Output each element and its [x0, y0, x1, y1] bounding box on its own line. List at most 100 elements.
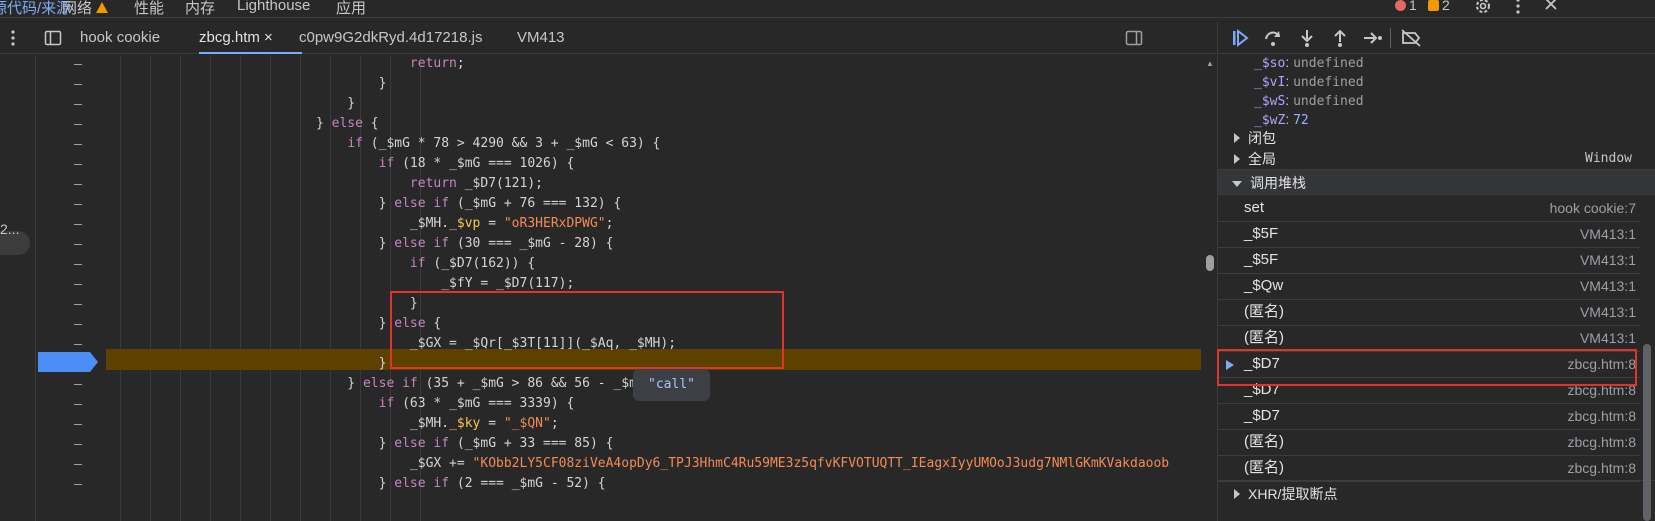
gutter-dash [74, 464, 82, 465]
breakpoint-marker[interactable] [38, 352, 98, 372]
expand-arrow-icon [1234, 154, 1240, 164]
code-token: } [316, 196, 395, 211]
tab-memory[interactable]: 内存 [185, 0, 215, 18]
file-tab-zbcg[interactable]: zbcg.htm × [199, 29, 273, 46]
deactivate-breakpoints-icon[interactable] [1400, 28, 1422, 53]
call-frame[interactable]: _$5F VM413:1 [1218, 221, 1640, 248]
code-line[interactable]: return _$D7(121); [316, 173, 543, 194]
indent-guide [180, 55, 181, 521]
call-frame[interactable]: (匿名) VM413:1 [1218, 325, 1640, 352]
step-out-icon[interactable] [1330, 28, 1350, 53]
xhr-breakpoints-section[interactable]: XHR/提取断点 [1218, 480, 1655, 506]
annotation-box-code [390, 291, 784, 369]
code-line[interactable]: if (_$mG * 78 > 4290 && 3 + _$mG < 63) { [316, 133, 660, 154]
scrollbar-thumb[interactable] [1206, 255, 1214, 271]
file-tab-vm413[interactable]: VM413 [517, 29, 565, 46]
call-frame[interactable]: (匿名) zbcg.htm:8 [1218, 455, 1640, 482]
code-editor[interactable]: return; } }} else { if (_$mG * 78 > 4290… [106, 55, 1201, 521]
gutter-dash [74, 104, 82, 105]
step-into-icon[interactable] [1297, 28, 1317, 53]
issues-icon [1428, 0, 1439, 11]
code-line[interactable]: return; [316, 55, 465, 74]
indent-guide [240, 55, 241, 521]
indent-guide [120, 55, 121, 521]
code-line[interactable]: } [316, 353, 387, 374]
call-frame[interactable]: (匿名) VM413:1 [1218, 299, 1640, 326]
code-line[interactable]: _$MH._$ky = "_$QN"; [316, 413, 559, 434]
code-line[interactable]: } else if (_$mG + 76 === 132) { [316, 193, 622, 214]
indent-guide [150, 55, 151, 521]
call-frame[interactable]: set hook cookie:7 [1218, 195, 1640, 222]
call-frame[interactable]: _$Qw VM413:1 [1218, 273, 1640, 300]
step-icon[interactable] [1362, 28, 1384, 53]
code-line[interactable]: if (63 * _$mG === 3339) { [316, 393, 575, 414]
call-frame[interactable]: (匿名) zbcg.htm:8 [1218, 429, 1640, 456]
code-line[interactable]: _$MH._$vp = "oR3HERxDPWG"; [316, 213, 614, 234]
code-token: (30 === _$mG - 28) { [449, 236, 614, 251]
call-frame-location: hook cookie:7 [1549, 200, 1636, 216]
code-line[interactable]: if (_$D7(162)) { [316, 253, 535, 274]
tab-network[interactable]: 网络 [62, 0, 109, 18]
tab-sources[interactable]: 源代码/来源 [0, 0, 71, 18]
code-line[interactable]: } else { [316, 113, 379, 134]
scope-variable-name: _$vI [1254, 75, 1286, 90]
tab-lighthouse[interactable]: Lighthouse [237, 0, 310, 14]
editor-vertical-scrollbar[interactable]: ▲ [1204, 55, 1216, 521]
scope-variable-value: undefined [1293, 75, 1364, 90]
toggle-navigator-icon[interactable] [44, 29, 62, 52]
closure-label: 闭包 [1248, 130, 1276, 146]
call-frame[interactable]: _$5F VM413:1 [1218, 247, 1640, 274]
file-tab-c0pw9g2dkryd[interactable]: c0pw9G2dkRyd.4d17218.js [299, 29, 482, 46]
toggle-debugger-sidebar-icon[interactable] [1125, 29, 1143, 52]
file-tab-hook-cookie[interactable]: hook cookie [80, 29, 160, 46]
callstack-label: 调用堆栈 [1250, 175, 1306, 191]
scope-variable[interactable]: _$so: undefined [1254, 52, 1364, 72]
error-count-badge[interactable]: 1 [1395, 0, 1417, 13]
call-frame-name: (匿名) [1244, 459, 1284, 476]
settings-gear-icon[interactable] [1474, 0, 1492, 19]
gutter-dash [74, 404, 82, 405]
scope-variable[interactable]: _$wS: undefined [1254, 90, 1364, 110]
code-token: (_$mG * 78 > 4290 && 3 + _$mG < 63) { [362, 136, 661, 151]
code-token: (18 * _$mG === 1026) { [394, 156, 575, 171]
scroll-up-arrow-icon[interactable]: ▲ [1206, 59, 1214, 68]
issues-count: 2 [1442, 0, 1450, 13]
code-token: } [316, 356, 387, 371]
call-frame-name: _$Qw [1244, 277, 1284, 294]
code-token: if [347, 136, 363, 151]
code-line[interactable]: if (18 * _$mG === 1026) { [316, 153, 575, 174]
tab-performance[interactable]: 性能 [134, 0, 164, 18]
code-line[interactable]: } else if (_$mG + 33 === 85) { [316, 433, 614, 454]
expand-arrow-icon [1234, 489, 1240, 499]
code-line[interactable]: } else if (2 === _$mG - 52) { [316, 473, 606, 494]
callstack-section-header[interactable]: 调用堆栈 [1218, 169, 1655, 195]
scope-variable[interactable]: _$vI: undefined [1254, 71, 1364, 91]
toolbar-divider [1390, 28, 1391, 48]
issues-count-badge[interactable]: 2 [1428, 0, 1450, 13]
close-icon[interactable] [1544, 0, 1558, 15]
call-frame[interactable]: _$D7 zbcg.htm:8 [1218, 403, 1640, 430]
code-line[interactable]: } [316, 93, 355, 114]
code-line[interactable]: } [316, 73, 387, 94]
gutter-dash [74, 444, 82, 445]
call-frame-name: (匿名) [1244, 329, 1284, 346]
code-line[interactable]: } else if (30 === _$mG - 28) { [316, 233, 614, 254]
more-vert-icon[interactable] [8, 29, 18, 52]
indent-guide [270, 55, 271, 521]
call-frame-location: VM413:1 [1579, 278, 1636, 294]
line-number-gutter[interactable] [36, 55, 106, 521]
step-over-icon[interactable] [1263, 28, 1283, 53]
resume-icon[interactable] [1230, 28, 1250, 53]
tab-application[interactable]: 应用 [336, 0, 366, 18]
gutter-dash [74, 424, 82, 425]
code-token: } [316, 116, 332, 131]
sidebar-scrollbar-thumb[interactable] [1643, 344, 1651, 521]
call-frame-name: set [1244, 199, 1265, 216]
code-token: return [409, 176, 457, 191]
code-line[interactable]: _$GX += "KObb2LY5CF08ziVeA4opDy6_TPJ3Hhm… [316, 453, 1169, 474]
call-frame-location: VM413:1 [1579, 330, 1636, 346]
code-token: } [316, 236, 395, 251]
gutter-dash [74, 324, 82, 325]
more-vert-icon[interactable] [1512, 0, 1524, 19]
